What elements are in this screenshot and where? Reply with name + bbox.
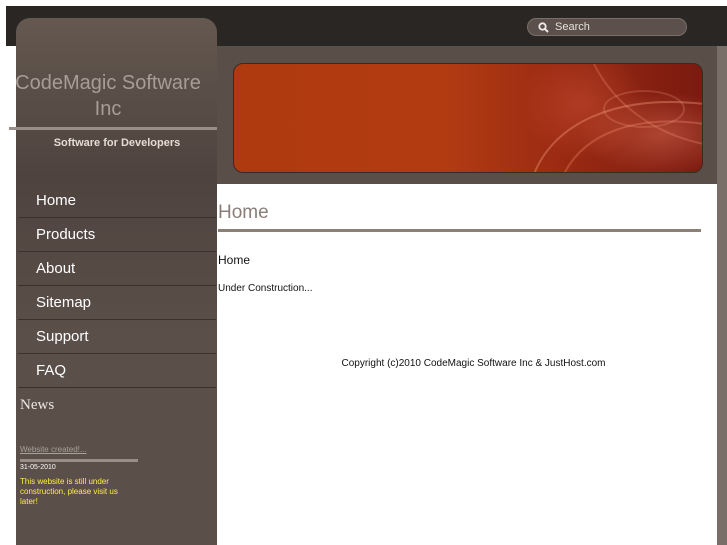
nav-item-products[interactable]: Products [18, 218, 216, 252]
news-divider [20, 459, 138, 462]
news-item-date: 31-05-2010 [20, 464, 56, 471]
page-title: Home [218, 202, 269, 223]
nav-item-sitemap[interactable]: Sitemap [18, 286, 216, 320]
footer-copyright: Copyright (c)2010 CodeMagic Software Inc… [341, 358, 606, 369]
nav-item-home[interactable]: Home [18, 184, 216, 218]
news-item-text: This website is still under construction… [20, 477, 118, 506]
header-banner-image [233, 63, 703, 173]
search-icon[interactable] [538, 21, 549, 33]
nav-item-support[interactable]: Support [18, 320, 216, 354]
title-divider [9, 127, 217, 130]
content-heading: Home [218, 253, 251, 267]
nav-item-faq[interactable]: FAQ [18, 354, 216, 388]
news-item-link[interactable]: Website created!... [20, 445, 87, 454]
site-title[interactable]: CodeMagic Software Inc [0, 70, 216, 122]
nav-item-about[interactable]: About [18, 252, 216, 286]
search-box[interactable] [527, 18, 687, 36]
page-title-divider [218, 229, 701, 232]
news-heading: News [20, 397, 55, 413]
right-border [717, 46, 727, 545]
site-tagline: Software for Developers [53, 137, 181, 149]
search-input[interactable] [555, 21, 675, 33]
content-text: Under Construction... [218, 283, 313, 294]
